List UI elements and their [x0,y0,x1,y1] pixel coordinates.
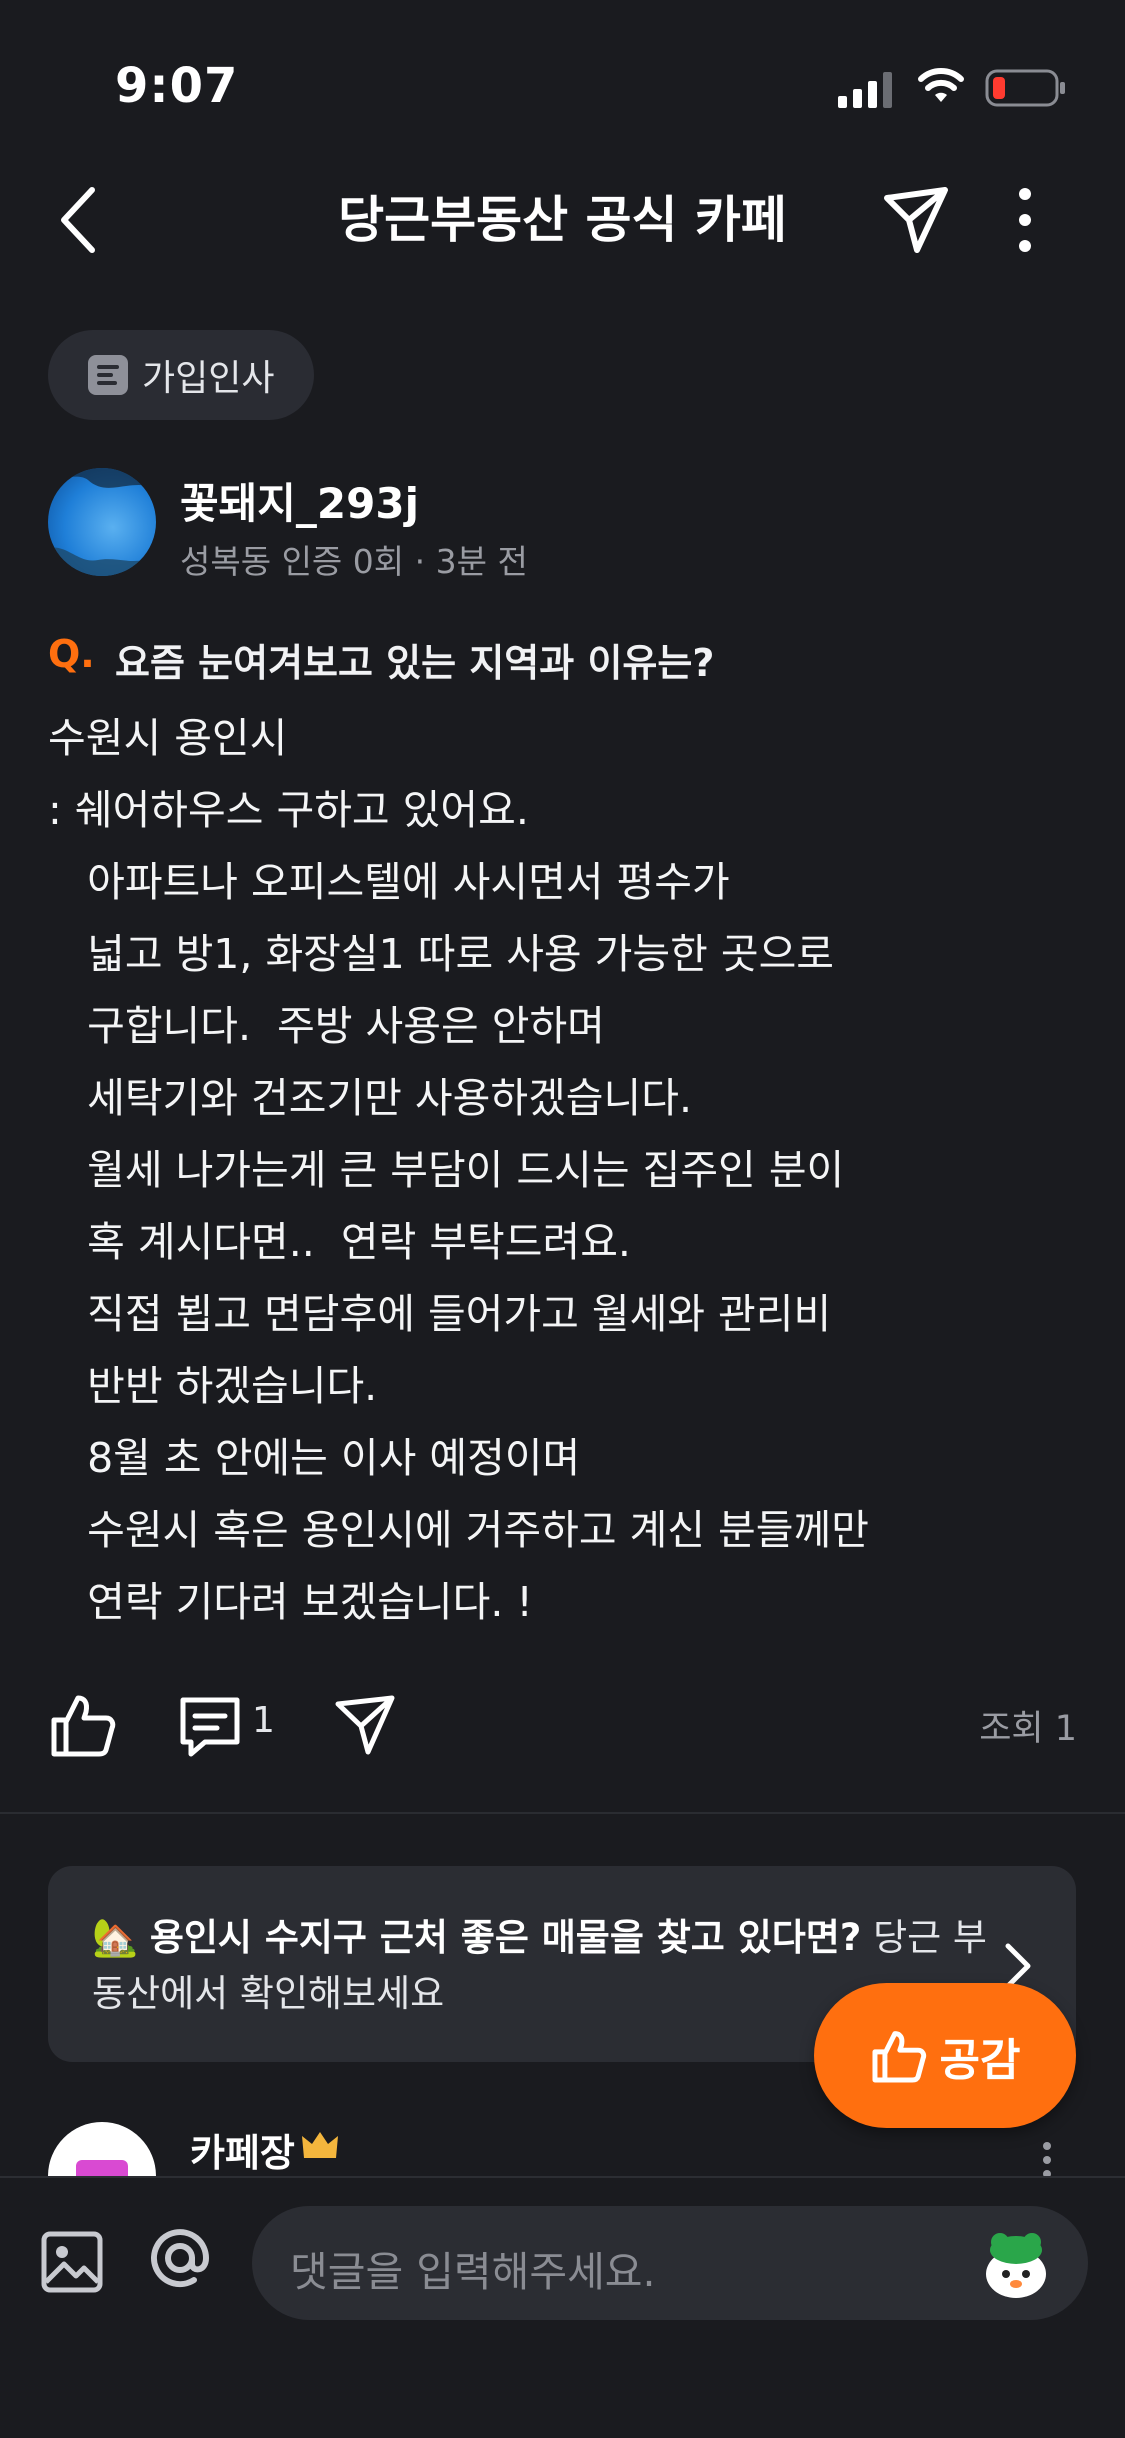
body-line: 연락 기다려 보겠습니다. ! [48,1578,533,1626]
author-name[interactable]: 꽃돼지_293j [180,470,419,531]
comment-input-bar: 댓글을 입력해주세요. [0,2176,1125,2438]
battery-low-icon [985,69,1065,107]
question-text: 요즘 눈여겨보고 있는 지역과 이유는? [115,641,715,685]
empathy-button[interactable]: 공감 [814,1983,1076,2128]
divider [0,1812,1125,1814]
house-emoji: 🏡 [92,1916,139,1959]
question-mark-label: Q. [48,632,95,676]
body-line: 혹 계시다면.. 연락 부탁드려요. [48,1218,631,1266]
comment-icon[interactable] [175,1690,245,1760]
body-line: 세탁기와 건조기만 사용하겠습니다. [48,1074,692,1122]
body-line: 월세 나가는게 큰 부담이 드시는 집주인 분이 [48,1146,845,1194]
comment-more-icon[interactable] [1040,2140,1054,2180]
body-line: 반반 하겠습니다. [48,1362,378,1410]
post-body: 수원시 용인시 : 쉐어하우스 구하고 있어요. 아파트나 오피스텔에 사시면서… [48,702,1068,1638]
body-line: 넓고 방1, 화장실1 따로 사용 가능한 곳으로 [48,930,835,978]
body-line: 수원시 혹은 용인시에 거주하고 계신 분들께만 [48,1506,869,1554]
body-line: 직접 뵙고 면담후에 들어가고 월세와 관리비 [48,1290,832,1338]
promo-headline: 용인시 수지구 근처 좋은 매물을 찾고 있다면? [149,1916,862,1959]
document-icon [88,355,128,395]
sticker-icon[interactable] [976,2224,1056,2304]
author-avatar[interactable] [48,468,156,576]
comment-input-placeholder: 댓글을 입력해주세요. [290,2248,656,2296]
status-time: 9:07 [115,58,239,114]
body-line: 구합니다. 주방 사용은 안하며 [48,1002,605,1050]
thumbs-up-icon [872,2030,926,2083]
comment-author-name[interactable]: 카페장 [190,2122,295,2177]
category-label: 가입인사 [142,358,275,399]
signal-icon [838,72,892,108]
comment-count: 1 [252,1700,275,1741]
comment-input[interactable]: 댓글을 입력해주세요. [252,2206,1088,2320]
empathy-label: 공감 [939,2034,1021,2086]
body-line: : 쉐어하우스 구하고 있어요. [48,786,529,834]
avatar-photo [48,468,156,576]
view-count: 조회 1 [979,1709,1077,1749]
image-icon[interactable] [40,2230,104,2294]
category-chip[interactable]: 가입인사 [48,330,315,420]
crown-icon [302,2132,338,2158]
page-title: 당근부동산 공식 카페 [338,191,787,249]
like-icon[interactable] [48,1690,118,1760]
wifi-icon [918,68,964,102]
body-line: 8월 초 안에는 이사 예정이며 [48,1434,581,1482]
share-icon[interactable] [330,1690,400,1760]
share-button[interactable] [875,180,955,260]
more-options-button[interactable] [1000,180,1050,260]
author-meta: 성복동 인증 0회 · 3분 전 [180,542,528,581]
body-line: 수원시 용인시 [48,714,288,762]
mention-icon[interactable] [140,2218,220,2298]
body-line: 아파트나 오피스텔에 사시면서 평수가 [48,858,730,906]
